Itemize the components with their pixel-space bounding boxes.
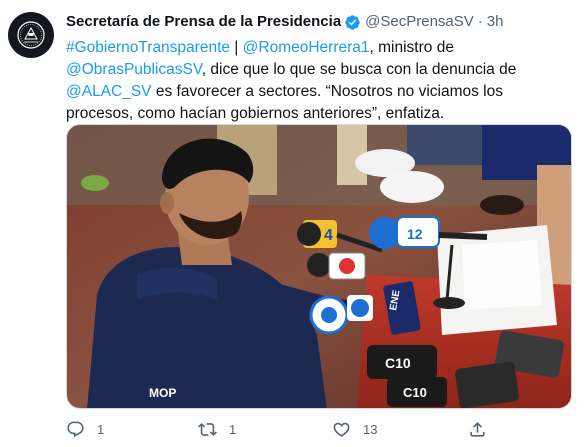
retweet-button[interactable]: 1 xyxy=(198,420,236,439)
press-conference-photo: MOP 4 12 ENE C10 C10 xyxy=(67,125,571,408)
tweet-text-segment: | xyxy=(230,39,243,56)
tweet-actions: 1 1 13 xyxy=(66,420,566,442)
tweet-timestamp[interactable]: 3h xyxy=(487,12,504,32)
mic-label-12: 12 xyxy=(407,226,423,242)
verified-badge-icon xyxy=(344,14,361,31)
presidential-seal-icon xyxy=(17,21,45,49)
tweet-header: Secretaría de Prensa de la Presidencia @… xyxy=(66,12,569,32)
mic-label-c10-b: C10 xyxy=(403,385,427,400)
avatar[interactable] xyxy=(8,12,54,58)
hashtag-link[interactable]: #GobiernoTransparente xyxy=(66,39,230,56)
reply-icon xyxy=(67,421,84,438)
mention-link[interactable]: @ALAC_SV xyxy=(66,83,152,100)
shirt-logo: MOP xyxy=(149,386,176,400)
retweet-count: 1 xyxy=(229,422,237,437)
tweet-text-segment: , ministro de xyxy=(369,39,454,56)
mention-link[interactable]: @ObrasPublicasSV xyxy=(66,61,202,78)
tweet-text: #GobiernoTransparente | @RomeoHerrera1, … xyxy=(66,37,571,125)
like-count: 13 xyxy=(363,422,378,437)
mic-label-c10-a: C10 xyxy=(385,355,411,371)
tweet-text-segment: , dice que lo que se busca con la denunc… xyxy=(201,61,517,78)
reply-count: 1 xyxy=(97,422,105,437)
tweet-card[interactable]: Secretaría de Prensa de la Presidencia @… xyxy=(0,0,585,447)
mic-label-4: 4 xyxy=(324,227,333,244)
account-handle[interactable]: @SecPrensaSV xyxy=(365,12,474,32)
share-icon xyxy=(470,422,485,437)
reply-button[interactable]: 1 xyxy=(66,420,104,439)
share-button[interactable] xyxy=(468,420,487,439)
retweet-icon xyxy=(198,423,217,436)
like-button[interactable]: 13 xyxy=(332,420,377,439)
heart-icon xyxy=(333,422,350,437)
account-name[interactable]: Secretaría de Prensa de la Presidencia xyxy=(66,12,341,32)
separator-dot: · xyxy=(477,13,483,30)
mention-link[interactable]: @RomeoHerrera1 xyxy=(243,39,370,56)
tweet-photo[interactable]: MOP 4 12 ENE C10 C10 xyxy=(66,124,572,409)
